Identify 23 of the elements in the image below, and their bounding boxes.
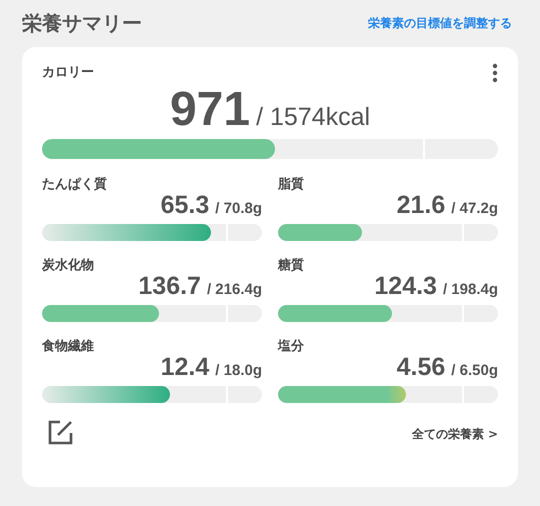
nutrient-target: / 6.50g bbox=[451, 362, 498, 379]
nutrient-target: / 198.4g bbox=[442, 281, 498, 298]
nutrient-value: 12.4 bbox=[160, 353, 210, 382]
calorie-value: 971 bbox=[170, 82, 250, 137]
nutrient-label: たんぱく質 bbox=[42, 177, 107, 192]
nutrient-value: 4.56 bbox=[396, 353, 446, 382]
nutrient-value: 65.3 bbox=[160, 191, 210, 220]
nutrient-target: / 70.8g bbox=[215, 200, 262, 217]
nutrient-label: 食物繊維 bbox=[42, 339, 94, 354]
nutrient-label: 炭水化物 bbox=[42, 258, 94, 273]
calorie-target: / 1574kcal bbox=[256, 103, 370, 132]
nutrient-target: / 216.4g bbox=[206, 281, 262, 298]
section-title: 栄養サマリー bbox=[22, 10, 142, 36]
nutrient-target: / 18.0g bbox=[215, 362, 262, 379]
nutrient-target: / 47.2g bbox=[451, 200, 498, 217]
nutrient-label: 脂質 bbox=[278, 177, 304, 192]
nutrient-label: 糖質 bbox=[278, 258, 304, 273]
nutrient-label: 塩分 bbox=[278, 339, 304, 354]
nutrient-value: 124.3 bbox=[374, 272, 437, 301]
calorie-label: カロリー bbox=[42, 64, 94, 81]
nutrient-value: 136.7 bbox=[138, 272, 201, 301]
all-nutrients-link[interactable]: 全ての栄養素 > bbox=[412, 426, 498, 443]
nutrient-value: 21.6 bbox=[396, 191, 446, 220]
